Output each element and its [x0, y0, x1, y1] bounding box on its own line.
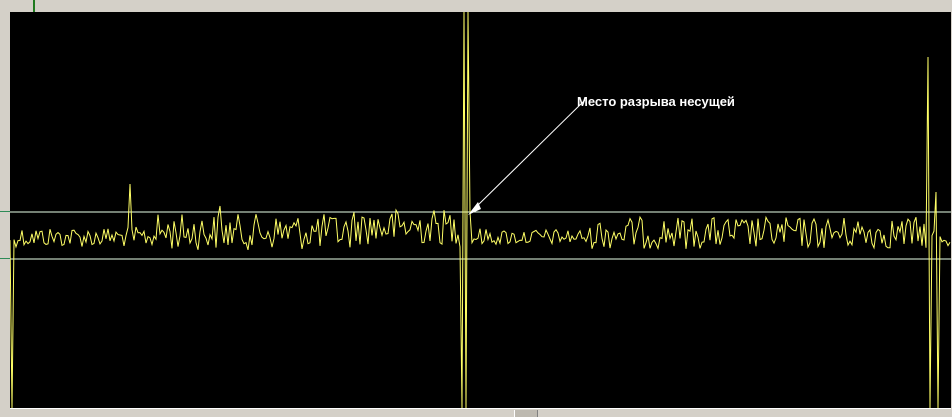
oscilloscope-window: Место разрыва несущей: [0, 0, 952, 417]
scroll-notch[interactable]: [514, 410, 538, 417]
signal-trace: [10, 12, 951, 408]
top-marker-tick: [33, 0, 35, 12]
scope-svg: [10, 12, 951, 408]
upper-level-stub: [0, 211, 10, 212]
status-bar: [10, 408, 951, 417]
lower-level-stub: [0, 258, 10, 259]
scope-display: [10, 12, 951, 408]
annotation-label: Место разрыва несущей: [577, 94, 735, 109]
annotation-arrow-line: [473, 99, 586, 210]
